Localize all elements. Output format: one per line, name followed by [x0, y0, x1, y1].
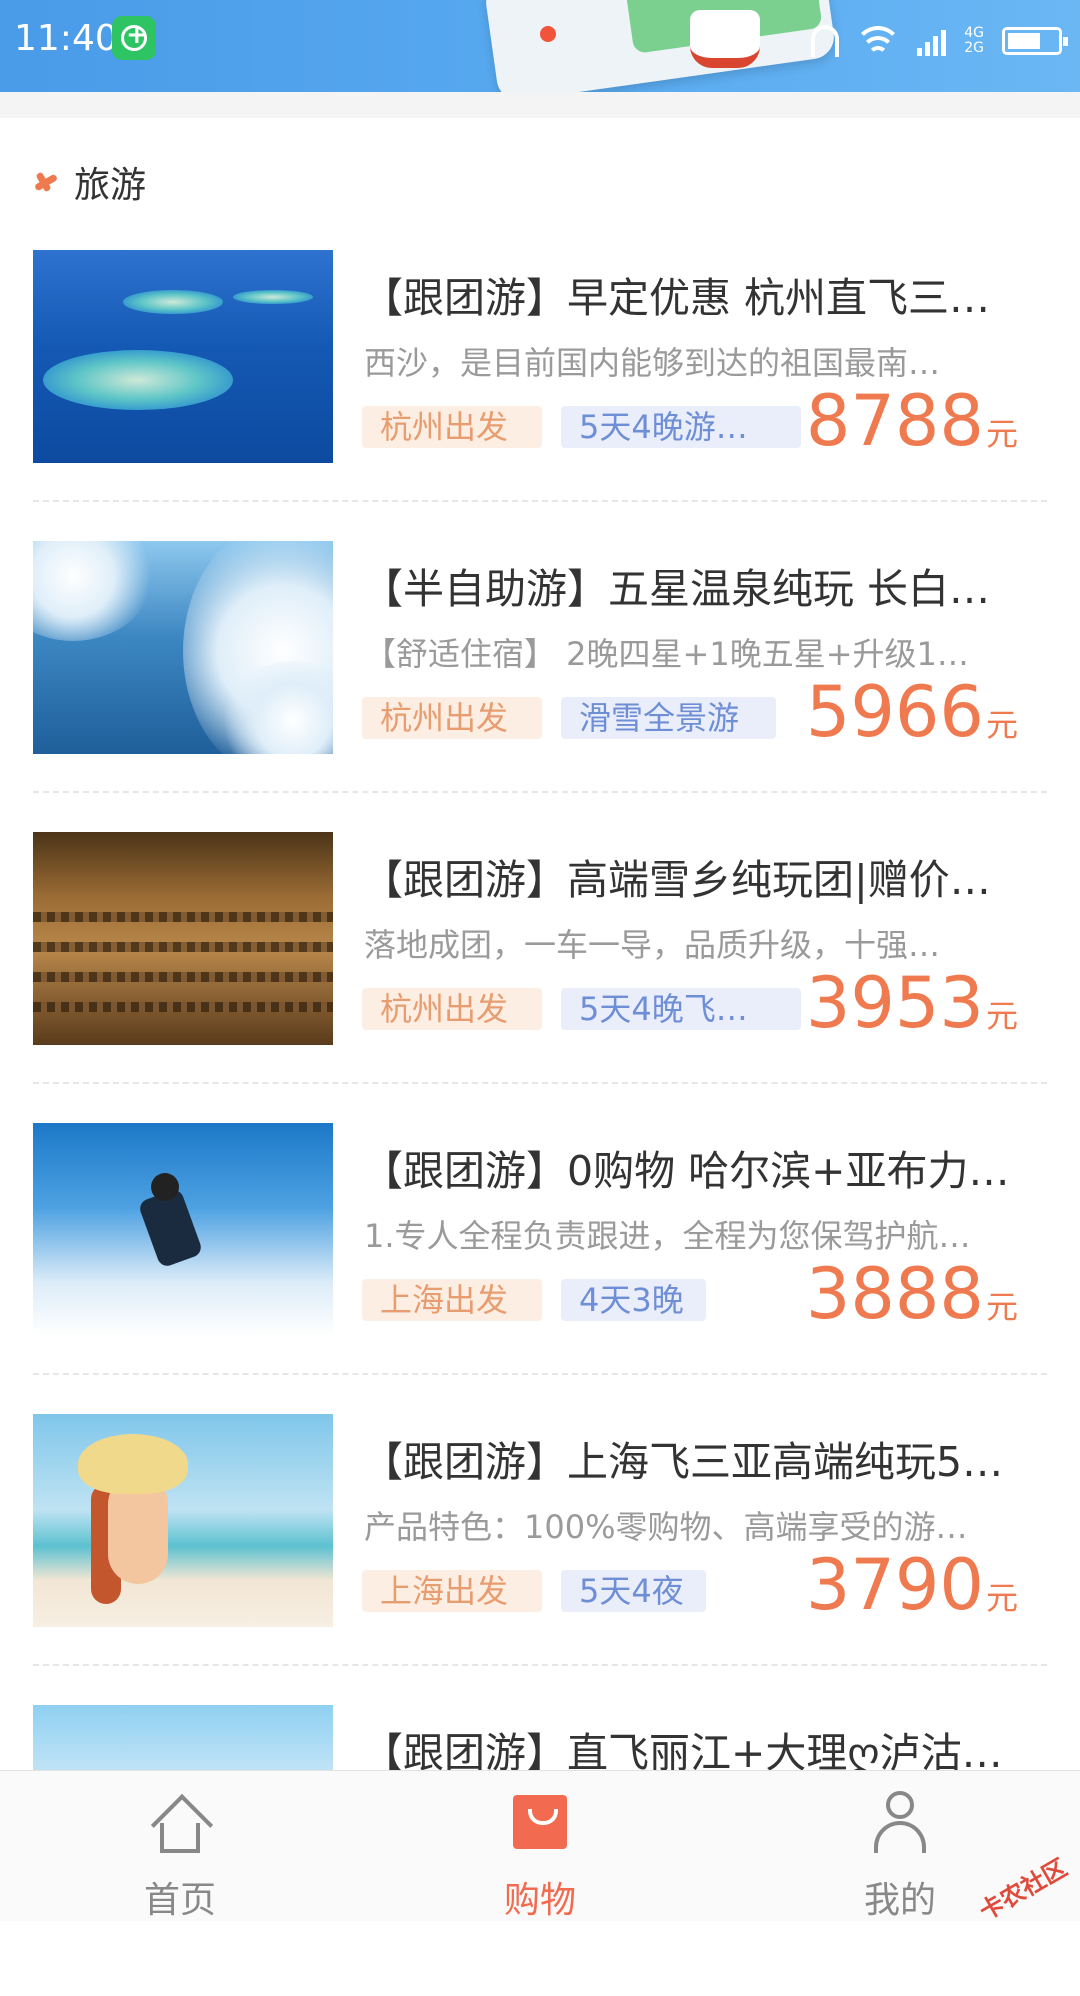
header-spacer — [0, 92, 1080, 118]
divider — [33, 1664, 1047, 1666]
price: 5966元 — [806, 671, 1018, 753]
nav-mine-label: 我的 — [863, 1880, 936, 1921]
shopping-bag-icon — [513, 1795, 567, 1849]
price: 8788元 — [806, 380, 1018, 462]
nav-shopping-label: 购物 — [503, 1880, 576, 1921]
signal-icon — [917, 26, 947, 56]
origin-tag: 杭州出发 — [362, 406, 542, 448]
network-top-label: 4G — [964, 25, 984, 41]
product-image[interactable] — [33, 1414, 333, 1627]
status-bar: 11:40 4G 2G — [0, 0, 1080, 92]
price-value: 8788 — [805, 380, 984, 462]
headset-icon — [811, 25, 840, 57]
duration-tag: 4天3晚 — [561, 1279, 706, 1321]
product-image[interactable] — [33, 250, 333, 463]
duration-tag: 5天4晚飞… — [561, 988, 801, 1030]
duration-tag: 滑雪全景游 — [561, 697, 776, 739]
list-item[interactable]: 【跟团游】0购物 哈尔滨+亚布力… 1.专人全程负责跟进，全程为您保驾护航… 上… — [0, 1123, 1080, 1414]
plane-icon — [32, 168, 60, 196]
nav-shopping[interactable]: 购物 — [440, 1771, 640, 1921]
network-bottom-label: 2G — [964, 40, 984, 56]
price-unit: 元 — [985, 997, 1018, 1035]
price-unit: 元 — [985, 415, 1018, 453]
section-title: 旅游 — [74, 165, 147, 206]
divider — [33, 791, 1047, 793]
nav-mine[interactable]: 我的 — [800, 1771, 1000, 1921]
nav-home[interactable]: 首页 — [80, 1771, 280, 1921]
product-image[interactable] — [33, 832, 333, 1045]
product-description: 产品特色：100%零购物、高端享受的游… — [364, 1508, 968, 1546]
price-value: 3888 — [805, 1253, 984, 1335]
section-header: 旅游 — [32, 152, 146, 212]
network-type: 4G 2G — [964, 26, 984, 56]
list-item[interactable]: 【跟团游】上海飞三亚高端纯玩5… 产品特色：100%零购物、高端享受的游… 上海… — [0, 1414, 1080, 1705]
product-image[interactable] — [33, 541, 333, 754]
origin-tag: 杭州出发 — [362, 697, 542, 739]
user-icon — [870, 1791, 930, 1855]
price-unit: 元 — [985, 1579, 1018, 1617]
wifi-icon — [854, 24, 903, 58]
product-description: 落地成团，一车一导，品质升级，十强… — [364, 926, 941, 964]
nav-home-label: 首页 — [143, 1880, 216, 1921]
product-title[interactable]: 【跟团游】上海飞三亚高端纯玩5… — [362, 1428, 1032, 1488]
product-title[interactable]: 【跟团游】早定优惠 杭州直飞三… — [362, 264, 1032, 324]
divider — [33, 1082, 1047, 1084]
list-item[interactable]: 【跟团游】高端雪乡纯玩团|赠价… 落地成团，一车一导，品质升级，十强… 杭州出发… — [0, 832, 1080, 1123]
origin-tag: 上海出发 — [362, 1279, 542, 1321]
battery-icon — [1002, 27, 1068, 55]
origin-tag: 杭州出发 — [362, 988, 542, 1030]
price-value: 3953 — [805, 962, 984, 1044]
travel-product-list: 【跟团游】早定优惠 杭州直飞三… 西沙，是目前国内能够到达的祖国最南… 杭州出发… — [0, 250, 1080, 1996]
list-item[interactable]: 【半自助游】五星温泉纯玩 长白… 【舒适住宿】 2晚四星+1晚五星+升级1… 杭… — [0, 541, 1080, 832]
product-image[interactable] — [33, 1123, 333, 1336]
price-value: 5966 — [805, 671, 984, 753]
wallpaper-dot — [540, 26, 556, 42]
divider — [33, 500, 1047, 502]
product-title[interactable]: 【跟团游】0购物 哈尔滨+亚布力… — [362, 1137, 1032, 1197]
price-value: 3790 — [805, 1544, 984, 1626]
product-description: 西沙，是目前国内能够到达的祖国最南… — [364, 344, 941, 382]
price-unit: 元 — [985, 1288, 1018, 1326]
product-description: 【舒适住宿】 2晚四星+1晚五星+升级1… — [364, 635, 969, 673]
home-icon — [150, 1793, 214, 1857]
price: 3888元 — [806, 1253, 1018, 1335]
status-time: 11:40 — [14, 18, 118, 59]
product-title[interactable]: 【跟团游】高端雪乡纯玩团|赠价… — [362, 846, 1032, 906]
status-icons: 4G 2G — [811, 16, 1068, 66]
boat-icon — [690, 10, 760, 68]
divider — [33, 1373, 1047, 1375]
price: 3953元 — [806, 962, 1018, 1044]
list-item[interactable]: 【跟团游】早定优惠 杭州直飞三… 西沙，是目前国内能够到达的祖国最南… 杭州出发… — [0, 250, 1080, 541]
price: 3790元 — [806, 1544, 1018, 1626]
wallpaper-illustration — [483, 0, 837, 92]
product-description: 1.专人全程负责跟进，全程为您保驾护航… — [364, 1217, 971, 1255]
app-badge-icon — [112, 16, 156, 60]
duration-tag: 5天4夜 — [561, 1570, 706, 1612]
origin-tag: 上海出发 — [362, 1570, 542, 1612]
price-unit: 元 — [985, 706, 1018, 744]
duration-tag: 5天4晚游… — [561, 406, 801, 448]
bottom-navigation: 首页 购物 我的 卡农社区 — [0, 1770, 1080, 1926]
product-title[interactable]: 【半自助游】五星温泉纯玩 长白… — [362, 555, 1032, 615]
